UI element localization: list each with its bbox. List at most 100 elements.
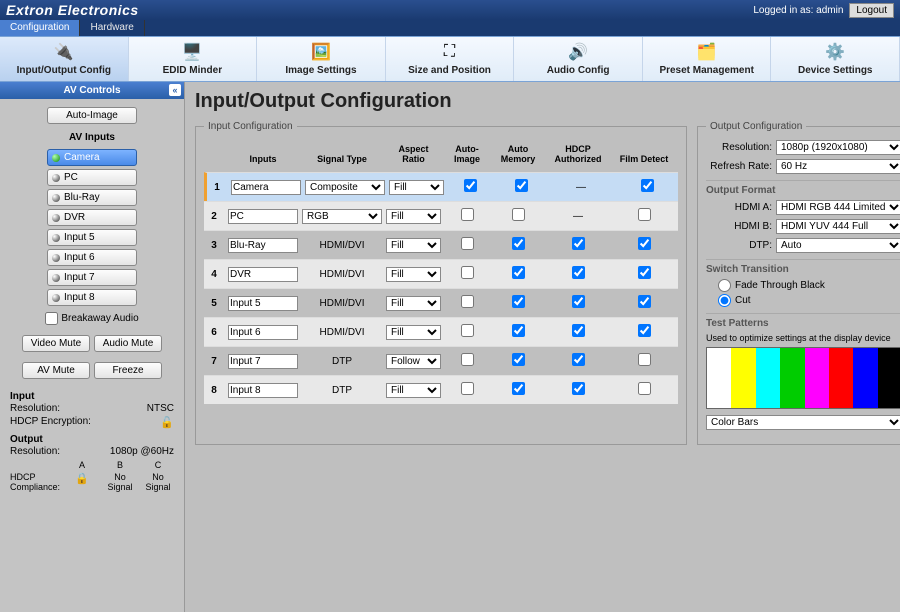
- resolution-select[interactable]: 1080p (1920x1080): [776, 140, 900, 155]
- input-name-field[interactable]: [231, 180, 301, 195]
- input-row-6[interactable]: 6HDMI/DVIFill: [204, 317, 678, 346]
- nav-edid[interactable]: 🖥️EDID Minder: [129, 37, 258, 81]
- nav-size[interactable]: ⛶Size and Position: [386, 37, 515, 81]
- auto-image-check[interactable]: [461, 353, 474, 366]
- input-name-field[interactable]: [228, 325, 298, 340]
- av-input-input5[interactable]: Input 5: [47, 229, 137, 246]
- auto-memory-check[interactable]: [512, 266, 525, 279]
- freeze-button[interactable]: Freeze: [94, 362, 162, 379]
- hdcp-check[interactable]: [572, 237, 585, 250]
- auto-memory-check[interactable]: [515, 179, 528, 192]
- resize-icon: ⛶: [386, 41, 514, 63]
- av-input-camera[interactable]: Camera: [47, 149, 137, 166]
- signal-type-select[interactable]: RGB: [302, 209, 382, 224]
- av-mute-button[interactable]: AV Mute: [22, 362, 90, 379]
- input-name-field[interactable]: [228, 296, 298, 311]
- av-input-input6[interactable]: Input 6: [47, 249, 137, 266]
- status-dot-icon: [52, 254, 60, 262]
- preset-icon: 🗂️: [643, 41, 771, 63]
- av-input-dvr[interactable]: DVR: [47, 209, 137, 226]
- nav-device[interactable]: ⚙️Device Settings: [771, 37, 900, 81]
- input-row-7[interactable]: 7DTPFollow: [204, 346, 678, 375]
- aspect-select[interactable]: Fill: [389, 180, 444, 195]
- auto-image-check[interactable]: [461, 382, 474, 395]
- aspect-select[interactable]: Follow: [386, 354, 441, 369]
- aspect-select[interactable]: Fill: [386, 383, 441, 398]
- input-row-1[interactable]: 1CompositeFill—: [204, 172, 678, 201]
- film-detect-check[interactable]: [638, 208, 651, 221]
- nav-preset[interactable]: 🗂️Preset Management: [643, 37, 772, 81]
- aspect-select[interactable]: Fill: [386, 238, 441, 253]
- auto-image-check[interactable]: [461, 208, 474, 221]
- gear-icon: ⚙️: [771, 41, 899, 63]
- hdmi-b-select[interactable]: HDMI YUV 444 Full: [776, 219, 900, 234]
- auto-memory-check[interactable]: [512, 295, 525, 308]
- monitor-icon: 🖥️: [129, 41, 257, 63]
- av-input-blu-ray[interactable]: Blu-Ray: [47, 189, 137, 206]
- input-name-field[interactable]: [228, 354, 298, 369]
- film-detect-check[interactable]: [638, 237, 651, 250]
- fade-radio[interactable]: Fade Through Black: [718, 279, 900, 292]
- cut-radio[interactable]: Cut: [718, 294, 900, 307]
- input-name-field[interactable]: [228, 383, 298, 398]
- logout-button[interactable]: Logout: [849, 3, 894, 18]
- signal-type-text: HDMI/DVI: [302, 298, 382, 309]
- video-mute-button[interactable]: Video Mute: [22, 335, 90, 352]
- signal-type-select[interactable]: Composite: [305, 180, 385, 195]
- auto-memory-check[interactable]: [512, 382, 525, 395]
- av-input-pc[interactable]: PC: [47, 169, 137, 186]
- test-pattern-select[interactable]: Color Bars: [706, 415, 900, 430]
- hdcp-check[interactable]: [572, 295, 585, 308]
- refresh-rate-select[interactable]: 60 Hz: [776, 159, 900, 174]
- collapse-icon[interactable]: «: [169, 84, 181, 96]
- tab-hardware[interactable]: Hardware: [80, 20, 144, 36]
- input-row-2[interactable]: 2RGBFill—: [204, 201, 678, 230]
- auto-image-check[interactable]: [461, 324, 474, 337]
- input-row-5[interactable]: 5HDMI/DVIFill: [204, 288, 678, 317]
- film-detect-check[interactable]: [638, 382, 651, 395]
- hdcp-check[interactable]: [572, 353, 585, 366]
- tab-configuration[interactable]: Configuration: [0, 20, 80, 36]
- aspect-select[interactable]: Fill: [386, 267, 441, 282]
- film-detect-check[interactable]: [638, 266, 651, 279]
- auto-memory-check[interactable]: [512, 324, 525, 337]
- auto-image-button[interactable]: Auto-Image: [47, 107, 137, 124]
- nav-io-config[interactable]: 🔌Input/Output Config: [0, 37, 129, 81]
- auto-image-check[interactable]: [461, 295, 474, 308]
- input-name-field[interactable]: [228, 209, 298, 224]
- auto-memory-check[interactable]: [512, 353, 525, 366]
- input-row-4[interactable]: 4HDMI/DVIFill: [204, 259, 678, 288]
- aspect-select[interactable]: Fill: [386, 296, 441, 311]
- input-config-panel: Input Configuration Inputs Signal Type A…: [195, 121, 687, 445]
- signal-type-text: HDMI/DVI: [302, 327, 382, 338]
- hdcp-check[interactable]: [572, 382, 585, 395]
- nav-audio[interactable]: 🔊Audio Config: [514, 37, 643, 81]
- audio-mute-button[interactable]: Audio Mute: [94, 335, 162, 352]
- av-input-input7[interactable]: Input 7: [47, 269, 137, 286]
- film-detect-check[interactable]: [638, 295, 651, 308]
- av-input-input8[interactable]: Input 8: [47, 289, 137, 306]
- aspect-select[interactable]: Fill: [386, 325, 441, 340]
- hdcp-check[interactable]: [572, 324, 585, 337]
- dtp-select[interactable]: Auto: [776, 238, 900, 253]
- input-row-3[interactable]: 3HDMI/DVIFill: [204, 230, 678, 259]
- input-name-field[interactable]: [228, 238, 298, 253]
- auto-image-check[interactable]: [464, 179, 477, 192]
- film-detect-check[interactable]: [638, 353, 651, 366]
- input-name-field[interactable]: [228, 267, 298, 282]
- hdmi-a-select[interactable]: HDMI RGB 444 Limited: [776, 200, 900, 215]
- input-row-8[interactable]: 8DTPFill: [204, 375, 678, 404]
- film-detect-check[interactable]: [638, 324, 651, 337]
- status-dot-icon: [52, 154, 60, 162]
- output-status-header: Output: [10, 434, 174, 445]
- breakaway-audio-check[interactable]: Breakaway Audio: [45, 312, 138, 325]
- auto-image-check[interactable]: [461, 237, 474, 250]
- auto-memory-check[interactable]: [512, 208, 525, 221]
- film-detect-check[interactable]: [641, 179, 654, 192]
- hdcp-na: —: [550, 182, 612, 193]
- aspect-select[interactable]: Fill: [386, 209, 441, 224]
- hdcp-check[interactable]: [572, 266, 585, 279]
- auto-memory-check[interactable]: [512, 237, 525, 250]
- auto-image-check[interactable]: [461, 266, 474, 279]
- nav-image[interactable]: 🖼️Image Settings: [257, 37, 386, 81]
